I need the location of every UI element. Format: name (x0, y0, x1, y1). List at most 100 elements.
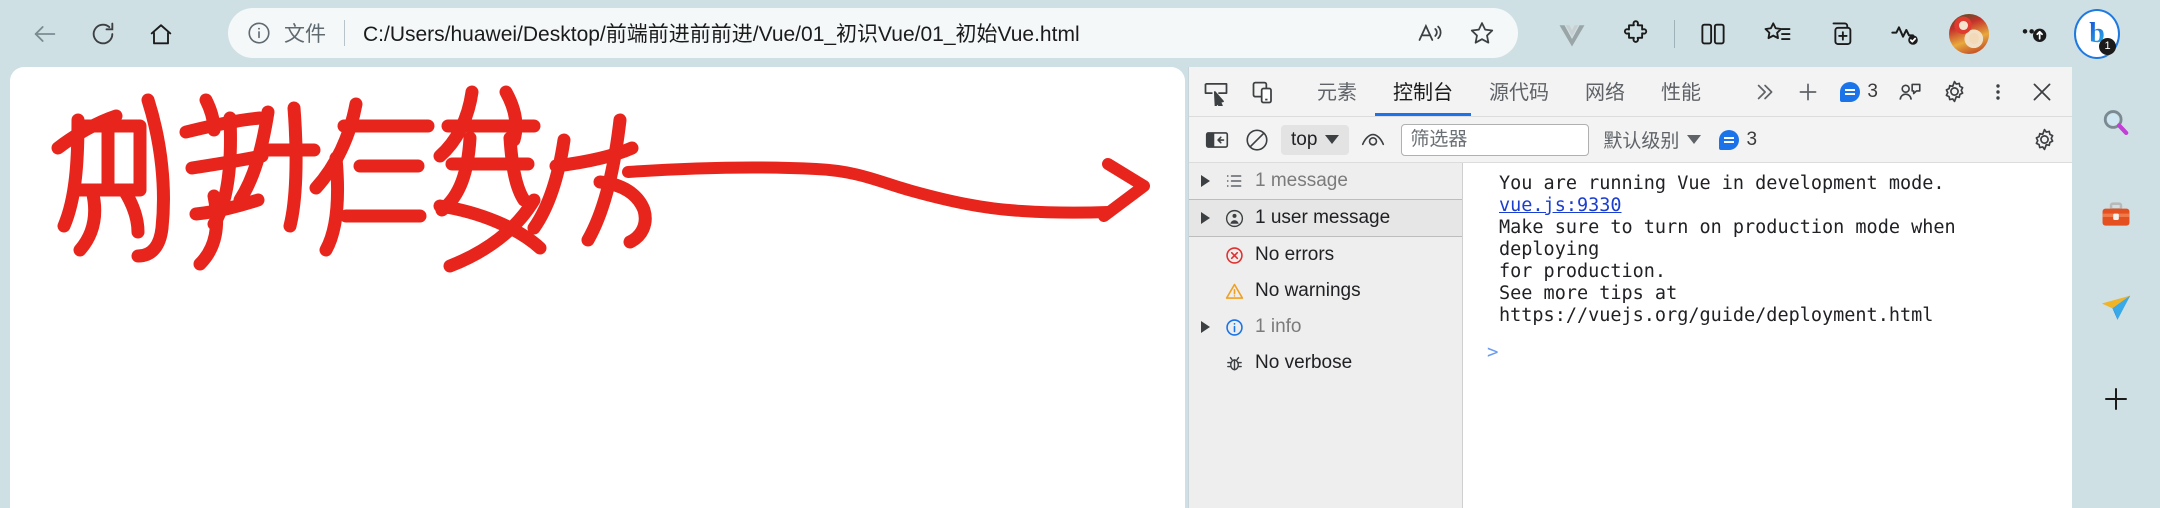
tools-icon[interactable] (2094, 193, 2138, 237)
customize-cursor-button[interactable] (1888, 70, 1932, 114)
eye-icon (1362, 133, 1385, 146)
console-output[interactable]: You are running Vue in development mode.… (1463, 163, 2072, 508)
address-bar[interactable]: 文件 C:/Users/huawei/Desktop/前端前进前前进/Vue/0… (228, 8, 1518, 58)
read-aloud-icon[interactable] (1408, 11, 1452, 55)
inspect-cursor-icon (1204, 82, 1228, 106)
tab-elements[interactable]: 元素 (1299, 67, 1375, 116)
extensions-icon[interactable] (1613, 11, 1659, 57)
chevron-down-icon (1687, 135, 1702, 144)
browser-window: 文件 C:/Users/huawei/Desktop/前端前进前前进/Vue/0… (0, 0, 2160, 508)
collections-icon[interactable] (1818, 11, 1864, 57)
address-scheme-label: 文件 (284, 23, 326, 46)
browser-essentials-icon[interactable] (1882, 11, 1928, 57)
info-icon (1221, 317, 1247, 338)
expand-arrow-icon[interactable] (1197, 321, 1213, 333)
console-settings-button[interactable] (2024, 120, 2064, 160)
sidebar-item-label: No warnings (1255, 280, 1361, 301)
settings-more-icon[interactable] (2010, 11, 2056, 57)
inspect-element-button[interactable] (1195, 71, 1237, 113)
vue-devtools-icon[interactable] (1549, 11, 1595, 57)
devtools-header-actions: 3 (1742, 70, 2064, 114)
page-content-area[interactable] (10, 67, 1185, 508)
copilot-button[interactable]: b 1 (2074, 8, 2120, 59)
issues-bubble-icon (1719, 129, 1740, 150)
close-icon (2033, 83, 2051, 100)
log-level-select[interactable]: 默认级别 (1603, 126, 1702, 153)
tab-sources[interactable]: 源代码 (1471, 67, 1567, 116)
sidebar-item-messages[interactable]: 1 message (1189, 163, 1462, 199)
browser-toolbar: 文件 C:/Users/huawei/Desktop/前端前进前前进/Vue/0… (0, 0, 2160, 67)
expand-arrow-icon[interactable] (1197, 175, 1213, 187)
console-message-deployment-link[interactable]: https://vuejs.org/guide/deployment.html (1499, 305, 1933, 326)
sidebar-item-label: 1 info (1255, 316, 1302, 337)
list-icon (1221, 171, 1247, 191)
edge-sidebar (2072, 67, 2160, 508)
sidebar-item-errors[interactable]: No errors (1189, 237, 1462, 273)
address-divider (344, 20, 345, 46)
devtools-tabs: 元素 控制台 源代码 网络 性能 (1299, 67, 1719, 116)
live-expression-button[interactable] (1353, 120, 1393, 160)
tab-performance[interactable]: 性能 (1643, 67, 1719, 116)
favorite-star-icon[interactable] (1460, 11, 1504, 55)
devtools-close-button[interactable] (2020, 70, 2064, 114)
favorites-icon[interactable] (1754, 11, 1800, 57)
console-body: 1 message 1 user message No errors No wa… (1189, 163, 2072, 508)
profile-avatar[interactable] (1946, 11, 1992, 57)
avatar (1949, 13, 1989, 54)
console-message-line2: Make sure to turn on production mode whe… (1499, 217, 1967, 260)
back-arrow-icon (34, 25, 56, 42)
device-toolbar-button[interactable] (1243, 71, 1285, 113)
back-button[interactable] (22, 11, 68, 57)
console-prompt[interactable]: > (1463, 329, 2072, 363)
console-issues-counter[interactable]: 3 (1719, 129, 1757, 151)
console-message-source-link[interactable]: vue.js:9330 (1499, 195, 1622, 216)
console-message-vue-dev-mode[interactable]: You are running Vue in development mode.… (1463, 171, 2072, 329)
sidebar-item-warnings[interactable]: No warnings (1189, 273, 1462, 309)
issues-counter[interactable]: 3 (1830, 70, 1888, 114)
search-icon[interactable] (2094, 101, 2138, 145)
add-panel-button[interactable] (1786, 70, 1830, 114)
issues-bubble-icon (1840, 81, 1861, 102)
execution-context-value: top (1291, 128, 1318, 150)
sidebar-item-label: No verbose (1255, 352, 1353, 373)
refresh-button[interactable] (80, 11, 126, 57)
copilot-badge: 1 (2099, 37, 2116, 55)
verbose-bug-icon (1221, 353, 1247, 374)
more-tabs-button[interactable] (1742, 70, 1786, 114)
console-filter-input[interactable] (1401, 123, 1590, 156)
devtools-panel: 元素 控制台 源代码 网络 性能 3 top 筛选器 默认级别 3 1 mess… (1188, 67, 2072, 508)
refresh-icon (92, 22, 114, 44)
browser-action-icons: b 1 (1540, 0, 2129, 67)
issues-count-label: 3 (1867, 80, 1878, 102)
copilot-icon: b 1 (2074, 8, 2120, 59)
add-icon[interactable] (2094, 377, 2138, 421)
user-message-icon (1221, 208, 1247, 229)
home-button[interactable] (138, 11, 184, 57)
console-message-line3: for production. (1499, 261, 1667, 282)
tab-network[interactable]: 网络 (1567, 67, 1643, 116)
gear-icon (1945, 80, 1963, 103)
devtools-more-options-button[interactable] (1976, 70, 2020, 114)
address-url-text[interactable]: C:/Users/huawei/Desktop/前端前进前前进/Vue/01_初… (363, 18, 1408, 48)
expand-arrow-icon[interactable] (1197, 212, 1213, 224)
site-info-icon[interactable] (234, 20, 284, 46)
kebab-menu-icon (1996, 83, 2000, 100)
execution-context-select[interactable]: top (1281, 124, 1350, 155)
sidebar-item-label: 1 message (1255, 170, 1348, 191)
tab-console[interactable]: 控制台 (1375, 67, 1471, 116)
warning-icon (1221, 281, 1247, 302)
clear-console-button[interactable] (1237, 120, 1277, 160)
split-screen-icon[interactable] (1690, 11, 1736, 57)
sidebar-toggle-icon (1205, 131, 1229, 148)
console-message-line1: You are running Vue in development mode. (1499, 173, 1945, 194)
error-icon (1221, 245, 1247, 266)
device-toggle-icon (1252, 81, 1272, 103)
sidebar-item-info[interactable]: 1 info (1189, 309, 1462, 345)
send-icon[interactable] (2094, 285, 2138, 329)
console-sidebar-toggle[interactable] (1197, 120, 1237, 160)
sidebar-item-user-messages[interactable]: 1 user message (1189, 200, 1462, 236)
feedback-icon (1899, 83, 1921, 100)
console-message-line4-prefix: See more tips at (1499, 283, 1689, 304)
devtools-settings-button[interactable] (1932, 70, 1976, 114)
sidebar-item-verbose[interactable]: No verbose (1189, 345, 1462, 381)
